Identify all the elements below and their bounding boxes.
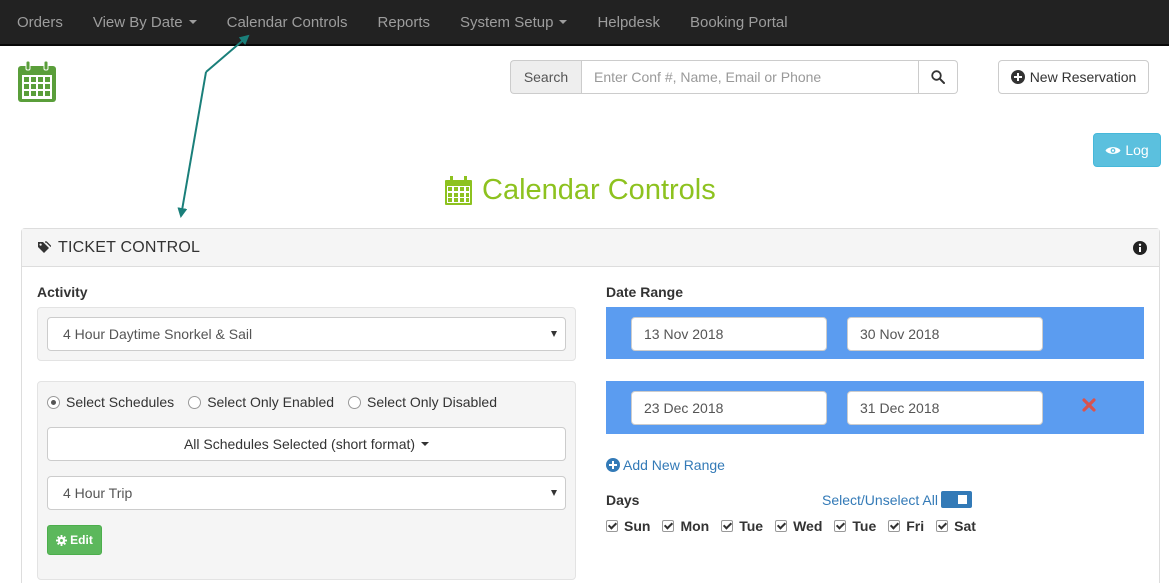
select-arrow-icon <box>551 490 557 496</box>
day-label: Wed <box>793 518 823 534</box>
page-title: Calendar Controls <box>445 171 716 209</box>
search-icon <box>931 70 945 84</box>
day-label: Tue <box>852 518 877 534</box>
gear-icon <box>56 534 68 546</box>
radio-select-only-disabled[interactable]: Select Only Disabled <box>348 394 497 410</box>
nav-orders[interactable]: Orders <box>0 0 78 44</box>
toggle-knob <box>958 495 967 504</box>
nav-orders-label: Orders <box>17 13 63 31</box>
days-label: Days <box>606 492 640 508</box>
days-checkbox-group: Sun Mon Tue Wed Tue Fri Sat <box>606 518 976 534</box>
activity-select-value: 4 Hour Daytime Snorkel & Sail <box>63 326 253 342</box>
log-button[interactable]: Log <box>1093 133 1161 167</box>
day-label: Sun <box>624 518 651 534</box>
day-label: Sat <box>954 518 976 534</box>
range-2-start-input[interactable]: 23 Dec 2018 <box>631 391 827 425</box>
checkbox-checked-icon <box>721 520 734 532</box>
nav-view-by-date[interactable]: View By Date <box>78 0 212 44</box>
remove-range-icon[interactable] <box>1082 398 1096 412</box>
new-reservation-label: New Reservation <box>1029 69 1137 85</box>
day-checkbox-fri[interactable]: Fri <box>888 518 924 534</box>
caret-down-icon <box>559 20 568 24</box>
day-checkbox-mon[interactable]: Mon <box>662 518 709 534</box>
select-unselect-all-link[interactable]: Select/Unselect All <box>822 492 938 508</box>
nav-system-setup-label: System Setup <box>460 13 554 31</box>
trip-select[interactable]: 4 Hour Trip <box>47 476 566 510</box>
select-all-toggle[interactable] <box>941 491 972 508</box>
radio-unchecked-icon <box>188 395 202 409</box>
caret-down-icon <box>188 20 197 24</box>
nav-view-by-date-label: View By Date <box>92 13 183 31</box>
nav-booking-portal-label: Booking Portal <box>689 13 788 31</box>
top-navbar: Orders View By Date Calendar Controls Re… <box>0 0 1169 46</box>
radio-select-only-enabled[interactable]: Select Only Enabled <box>188 394 334 410</box>
day-label: Fri <box>906 518 925 534</box>
checkbox-checked-icon <box>936 520 949 532</box>
checkbox-checked-icon <box>606 520 618 532</box>
nav-helpdesk-label: Helpdesk <box>597 13 660 31</box>
log-label: Log <box>1125 142 1149 158</box>
radio-checked-icon <box>47 395 60 409</box>
edit-label: Edit <box>70 533 93 547</box>
nav-helpdesk[interactable]: Helpdesk <box>582 0 675 44</box>
page-title-text: Calendar Controls <box>482 173 716 206</box>
panel-title-text: TICKET CONTROL <box>58 238 201 256</box>
tags-icon <box>38 240 51 253</box>
plus-circle-icon <box>1010 70 1025 84</box>
select-arrow-icon <box>551 331 557 337</box>
day-label: Tue <box>739 518 764 534</box>
range-2-end-input[interactable]: 31 Dec 2018 <box>847 391 1043 425</box>
panel-title: TICKET CONTROL <box>37 239 200 257</box>
range-1-start-input[interactable]: 13 Nov 2018 <box>631 317 827 351</box>
search-addon-label: Search <box>510 60 581 94</box>
day-checkbox-sun[interactable]: Sun <box>606 518 650 534</box>
radio-select-schedules[interactable]: Select Schedules <box>47 394 174 410</box>
nav-calendar-controls-label: Calendar Controls <box>226 13 348 31</box>
radio-unchecked-icon <box>348 395 362 409</box>
day-label: Mon <box>680 518 710 534</box>
caret-down-icon <box>421 442 430 446</box>
search-input[interactable] <box>581 60 919 94</box>
checkbox-checked-icon <box>775 520 788 532</box>
edit-button[interactable]: Edit <box>47 525 102 555</box>
nav-reports[interactable]: Reports <box>363 0 446 44</box>
activity-label: Activity <box>37 284 88 300</box>
checkbox-checked-icon <box>888 520 901 532</box>
info-icon[interactable] <box>1133 240 1147 255</box>
day-checkbox-wed[interactable]: Wed <box>775 518 822 534</box>
nav-reports-label: Reports <box>377 13 431 31</box>
calendar-logo-icon[interactable] <box>16 60 58 104</box>
add-new-range-link[interactable]: Add New Range <box>606 457 725 473</box>
add-new-range-label: Add New Range <box>623 457 725 473</box>
range-1-end-input[interactable]: 30 Nov 2018 <box>847 317 1043 351</box>
day-checkbox-sat[interactable]: Sat <box>936 518 976 534</box>
checkbox-checked-icon <box>834 520 847 532</box>
panel-heading: TICKET CONTROL <box>22 229 1159 267</box>
date-range-label: Date Range <box>606 284 684 300</box>
day-checkbox-tue[interactable]: Tue <box>721 518 763 534</box>
radio-select-only-disabled-label: Select Only Disabled <box>367 394 497 410</box>
schedule-radio-group: Select Schedules Select Only Enabled Sel… <box>47 394 497 410</box>
schedules-dropdown-button[interactable]: All Schedules Selected (short format) <box>47 427 566 461</box>
radio-select-only-enabled-label: Select Only Enabled <box>207 394 335 410</box>
nav-calendar-controls[interactable]: Calendar Controls <box>212 0 363 44</box>
radio-select-schedules-label: Select Schedules <box>66 394 175 410</box>
activity-select[interactable]: 4 Hour Daytime Snorkel & Sail <box>47 317 566 351</box>
day-checkbox-thu[interactable]: Tue <box>834 518 876 534</box>
search-button[interactable] <box>919 60 958 94</box>
calendar-icon <box>445 175 472 205</box>
eye-icon <box>1105 146 1121 154</box>
schedules-dropdown-label: All Schedules Selected (short format) <box>183 436 416 452</box>
checkbox-checked-icon <box>662 520 675 532</box>
trip-select-value: 4 Hour Trip <box>63 485 133 501</box>
nav-system-setup[interactable]: System Setup <box>445 0 582 44</box>
plus-circle-icon <box>606 458 620 472</box>
search-group: Search <box>510 60 958 94</box>
nav-booking-portal[interactable]: Booking Portal <box>675 0 803 44</box>
new-reservation-button[interactable]: New Reservation <box>998 60 1149 94</box>
